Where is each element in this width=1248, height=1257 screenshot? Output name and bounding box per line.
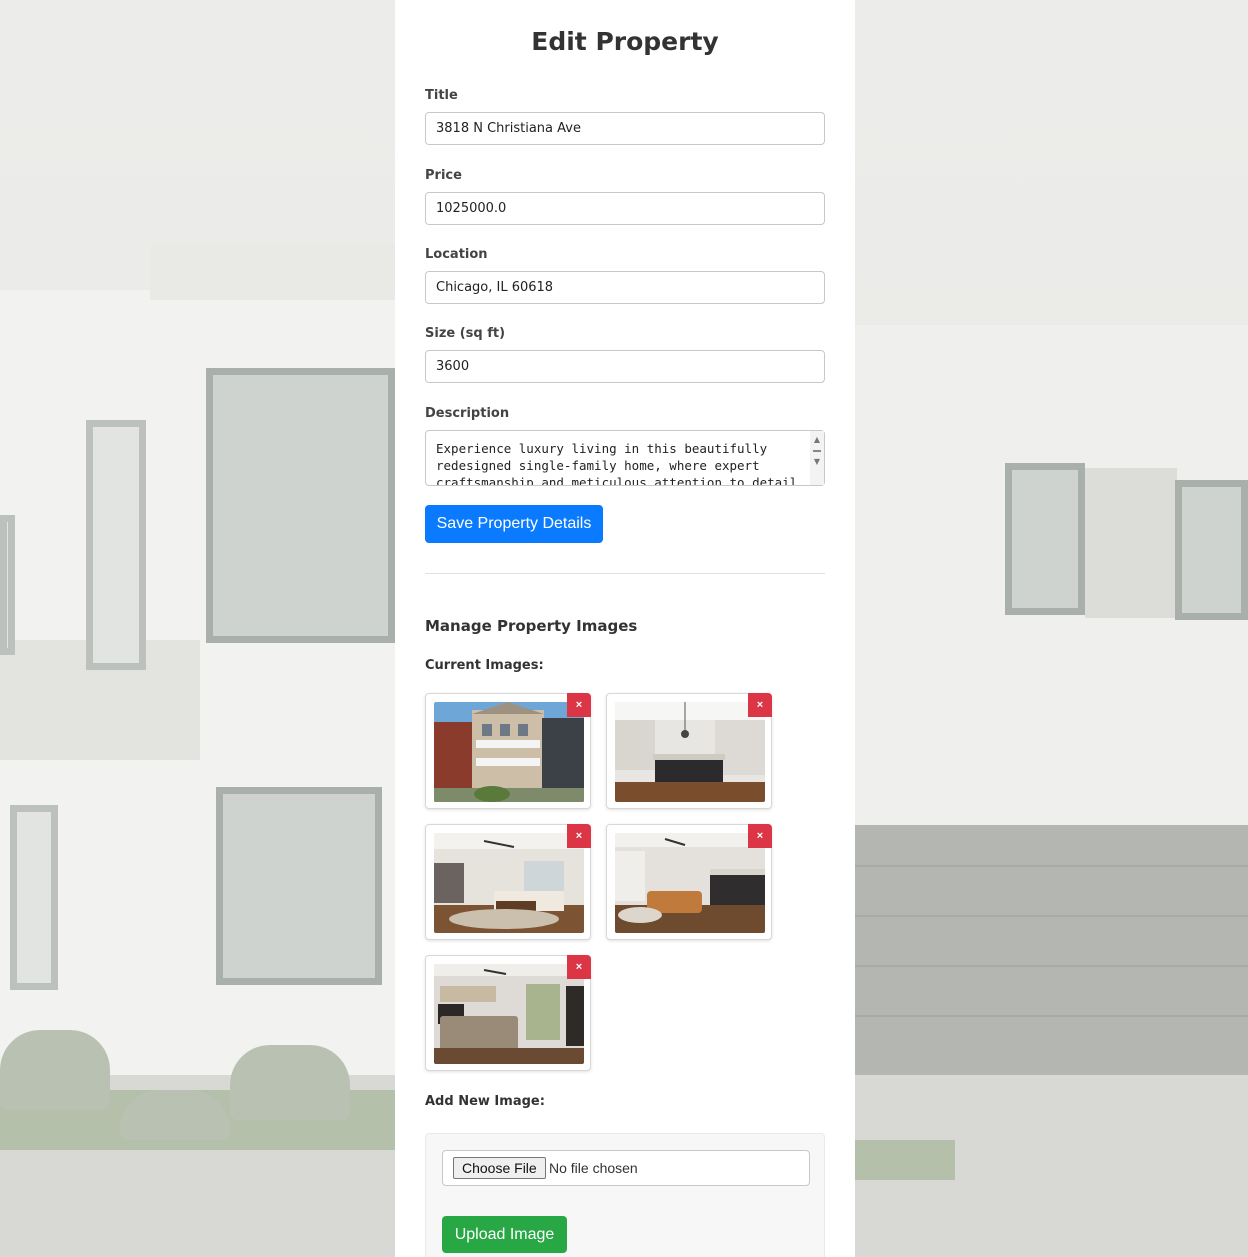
section-divider: [425, 573, 825, 574]
edit-property-card: Edit Property Title Price Location Size …: [395, 0, 855, 1257]
scroll-down-icon[interactable]: ▼: [810, 456, 824, 468]
price-input[interactable]: [425, 192, 825, 225]
choose-file-button[interactable]: Choose File: [453, 1157, 546, 1179]
price-field-group: Price: [425, 168, 825, 225]
delete-image-button[interactable]: ×: [748, 693, 772, 717]
property-photo: [615, 833, 765, 933]
location-label: Location: [425, 247, 488, 262]
size-label: Size (sq ft): [425, 326, 506, 341]
delete-image-button[interactable]: ×: [567, 824, 591, 848]
property-photo: [434, 833, 584, 933]
delete-image-button[interactable]: ×: [567, 955, 591, 979]
scroll-thumb[interactable]: [813, 450, 821, 452]
file-input[interactable]: Choose File No file chosen: [442, 1150, 810, 1186]
save-property-button[interactable]: Save Property Details: [425, 505, 603, 543]
scroll-up-icon[interactable]: ▲: [810, 434, 824, 446]
property-photo: [434, 702, 584, 802]
description-textarea[interactable]: Experience luxury living in this beautif…: [425, 430, 825, 486]
manage-images-title: Manage Property Images: [425, 617, 638, 635]
delete-image-button[interactable]: ×: [748, 824, 772, 848]
location-input[interactable]: [425, 271, 825, 304]
page-title: Edit Property: [531, 27, 719, 56]
property-photo: [615, 702, 765, 802]
property-image-card: ×: [425, 693, 591, 809]
add-new-image-label: Add New Image:: [425, 1094, 545, 1109]
upload-image-button[interactable]: Upload Image: [442, 1216, 567, 1253]
property-photo: [434, 964, 584, 1064]
current-images-label: Current Images:: [425, 658, 544, 673]
file-status-text: No file chosen: [549, 1160, 638, 1176]
size-input[interactable]: [425, 350, 825, 383]
title-label: Title: [425, 88, 458, 103]
description-label: Description: [425, 406, 510, 421]
title-input[interactable]: [425, 112, 825, 145]
description-scrollbar[interactable]: ▲ ▼: [810, 431, 824, 485]
property-image-card: ×: [606, 693, 772, 809]
location-field-group: Location: [425, 247, 825, 304]
property-image-card: ×: [425, 955, 591, 1071]
size-field-group: Size (sq ft): [425, 326, 825, 383]
title-field-group: Title: [425, 88, 825, 145]
delete-image-button[interactable]: ×: [567, 693, 591, 717]
upload-form: Choose File No file chosen Upload Image: [425, 1133, 825, 1257]
property-image-card: ×: [425, 824, 591, 940]
description-field-group: Description Experience luxury living in …: [425, 406, 825, 486]
property-image-card: ×: [606, 824, 772, 940]
price-label: Price: [425, 168, 462, 183]
